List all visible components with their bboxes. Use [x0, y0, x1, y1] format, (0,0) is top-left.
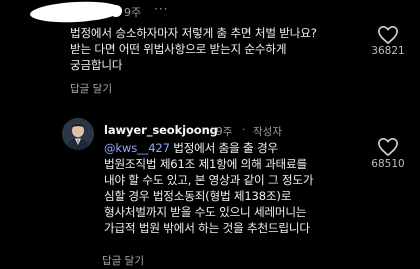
comment-time: 9주	[124, 6, 142, 19]
comment-line: @kws__427 법정에서 춤을 출 경우	[104, 140, 313, 156]
like-count: 36821	[371, 45, 405, 57]
comment-line: 법원조직법 제61조 제1항에 의해 과태료를	[104, 157, 307, 171]
comment-line: 법정에서 승소하자마자 저렇게 춤 추면 처벌 받나요?	[70, 26, 317, 40]
author-badge: 작성자	[253, 126, 282, 138]
like-count: 68510	[371, 158, 405, 170]
comment-line: 가급적 법원 밖에서 하는 것을 추천드립니다	[104, 221, 310, 235]
comment-line-text: 법정에서 춤을 출 경우	[169, 141, 278, 155]
mention-link[interactable]: @kws__427	[104, 141, 170, 155]
comment-time: 9주	[216, 126, 233, 138]
redacted-mark	[110, 5, 122, 17]
avatar[interactable]	[62, 118, 94, 150]
heart-icon[interactable]	[377, 137, 399, 157]
username-link[interactable]: lawyer_seokjoong	[104, 123, 218, 137]
redacted-username-mark	[29, 0, 123, 25]
comment-line: 심할 경우 법정소동죄(형법 제138조)로	[104, 189, 292, 203]
more-options-button[interactable]: ···	[154, 2, 168, 16]
avatar-image	[62, 118, 94, 150]
reply-body: @kws__427 법정에서 춤을 출 경우 법원조직법 제61조 제1항에 의…	[104, 140, 313, 236]
reply-button[interactable]: 답글 달기	[70, 81, 112, 96]
comment-line: 받는 다면 어떤 위법사항으로 받는지 순수하게	[70, 42, 287, 56]
comment-line: 내야 할 수도 있고, 본 영상과 같이 그 정도가	[104, 173, 314, 187]
comment-body: 법정에서 승소하자마자 저렇게 춤 추면 처벌 받나요? 받는 다면 어떤 위법…	[70, 25, 317, 73]
comment-line: 형사처벌까지 받을 수도 있으니 세레머니는	[104, 205, 307, 219]
comment-line: 궁금합니다	[70, 58, 123, 72]
reply-button[interactable]: 답글 달기	[102, 253, 144, 268]
heart-icon[interactable]	[377, 25, 399, 45]
separator: ·	[242, 124, 246, 136]
